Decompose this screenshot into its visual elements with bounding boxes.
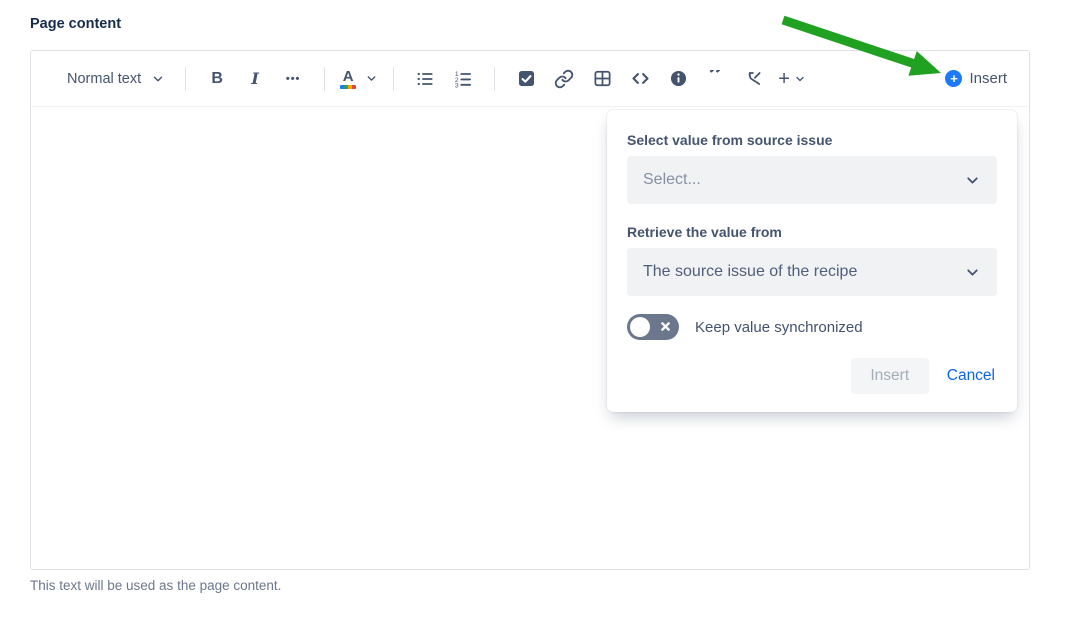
source-issue-field: Select value from source issue Select... xyxy=(627,132,997,204)
insert-label: Insert xyxy=(969,70,1007,87)
bullet-list-button[interactable] xyxy=(409,63,441,95)
plus-icon: + xyxy=(778,69,790,89)
sync-toggle[interactable] xyxy=(627,314,679,340)
select-placeholder: Select... xyxy=(643,171,701,189)
insert-button[interactable]: + Insert xyxy=(945,70,1007,87)
chevron-down-icon xyxy=(964,172,981,189)
retrieve-from-field: Retrieve the value from The source issue… xyxy=(627,224,997,296)
sync-toggle-label: Keep value synchronized xyxy=(695,319,863,336)
text-style-label: Normal text xyxy=(67,71,141,87)
link-button[interactable] xyxy=(548,63,580,95)
italic-button[interactable]: I xyxy=(239,63,271,95)
text-color-icon: A xyxy=(340,69,356,89)
source-field-label: Select value from source issue xyxy=(627,132,997,148)
chevron-down-icon xyxy=(365,72,378,85)
chevron-down-icon xyxy=(151,72,165,86)
table-button[interactable] xyxy=(586,63,618,95)
retrieve-from-select[interactable]: The source issue of the recipe xyxy=(627,248,997,296)
table-icon xyxy=(593,69,612,88)
bullet-list-icon xyxy=(415,69,435,89)
task-item-button[interactable] xyxy=(510,63,542,95)
bold-icon: B xyxy=(211,70,223,88)
page-title: Page content xyxy=(30,16,121,32)
helper-text: This text will be used as the page conte… xyxy=(30,578,281,593)
toggle-knob xyxy=(630,317,650,337)
decision-button[interactable] xyxy=(738,63,770,95)
link-icon xyxy=(554,69,574,89)
select-value: The source issue of the recipe xyxy=(643,263,857,281)
quote-icon: ” xyxy=(708,70,724,88)
popup-insert-button[interactable]: Insert xyxy=(851,358,929,394)
task-checkbox-icon xyxy=(517,69,536,88)
toggle-off-x-icon xyxy=(660,321,671,332)
insert-value-popup: Select value from source issue Select...… xyxy=(607,110,1017,412)
text-color-dropdown[interactable]: A xyxy=(340,63,378,95)
code-icon xyxy=(630,68,651,89)
italic-icon: I xyxy=(251,69,258,88)
info-panel-button[interactable] xyxy=(662,63,694,95)
sync-toggle-row: Keep value synchronized xyxy=(627,314,997,340)
toolbar-divider xyxy=(494,67,495,91)
quote-button[interactable]: ” xyxy=(700,63,732,95)
numbered-list-button[interactable]: 1 2 3 xyxy=(447,63,479,95)
info-icon xyxy=(669,69,688,88)
more-formatting-button[interactable]: ••• xyxy=(277,63,309,95)
bold-button[interactable]: B xyxy=(201,63,233,95)
source-value-select[interactable]: Select... xyxy=(627,156,997,204)
insert-plus-icon: + xyxy=(945,70,962,87)
editor-toolbar: Normal text B I ••• A xyxy=(31,51,1029,107)
popup-actions: Insert Cancel xyxy=(627,358,997,394)
toolbar-divider xyxy=(324,67,325,91)
insert-plus-menu-button[interactable]: + xyxy=(776,63,808,95)
decision-icon xyxy=(745,69,764,88)
numbered-list-icon: 1 2 3 xyxy=(453,69,473,89)
code-snippet-button[interactable] xyxy=(624,63,656,95)
svg-text:3: 3 xyxy=(455,82,459,89)
text-style-dropdown[interactable]: Normal text xyxy=(59,63,173,95)
chevron-down-icon xyxy=(794,73,806,85)
retrieve-field-label: Retrieve the value from xyxy=(627,224,997,240)
popup-cancel-button[interactable]: Cancel xyxy=(945,367,997,385)
more-icon: ••• xyxy=(286,73,301,85)
chevron-down-icon xyxy=(964,264,981,281)
toolbar-divider xyxy=(393,67,394,91)
toolbar-divider xyxy=(185,67,186,91)
